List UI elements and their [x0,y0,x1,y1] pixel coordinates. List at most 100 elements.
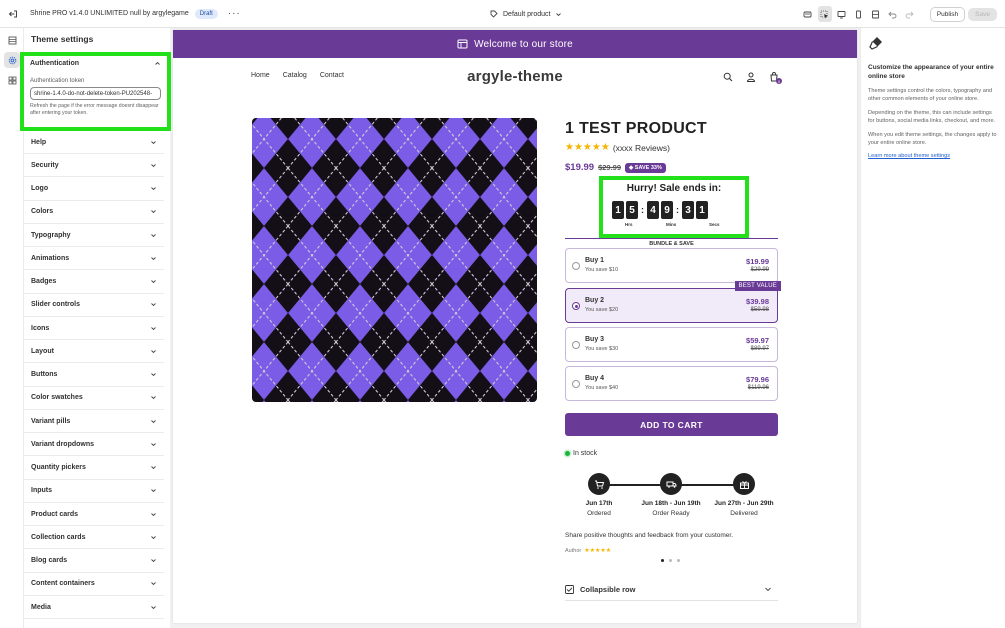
settings-item-content-containers[interactable]: Content containers [24,573,164,596]
radio-button[interactable] [572,302,580,310]
settings-item-buttons[interactable]: Buttons [24,364,164,387]
product-image[interactable] [252,118,537,402]
search-icon[interactable] [723,72,733,82]
settings-item-badges[interactable]: Badges [24,271,164,294]
chevron-down-icon [149,347,157,355]
theme-settings-gear-icon[interactable] [4,52,20,68]
settings-item-security[interactable]: Security [24,154,164,178]
bundle-price: $59.97 [746,336,769,345]
settings-item-label: Slider controls [31,301,81,309]
radio-button[interactable] [572,341,580,349]
cart-icon[interactable]: 0 [769,72,782,84]
token-label: Authentication token [30,78,85,84]
store-icon [457,39,468,49]
settings-item-variant-dropdowns[interactable]: Variant dropdowns [24,433,164,457]
bundle-option-3[interactable]: Buy 3 You save $30 $59.97 $89.97 [565,327,778,362]
settings-item-typography[interactable]: Typography [24,224,164,247]
best-value-badge: BEST VALUE [734,281,781,291]
more-actions-icon[interactable]: ··· [228,8,241,18]
settings-item-color-swatches[interactable]: Color swatches [24,387,164,410]
collapsible-row[interactable]: Collapsible row [565,578,778,601]
publish-button[interactable]: Publish [929,6,966,22]
timer-title: Hurry! Sale ends in: [626,183,722,194]
bundle-name: Buy 2 [585,297,605,304]
chevron-down-icon [149,231,157,239]
bundle-option-2[interactable]: Buy 2 You save $20 $39.98 $59.98 BEST VALUE [565,281,781,323]
apps-icon[interactable] [4,72,20,88]
account-icon[interactable] [746,72,756,82]
info-paragraph: When you edit theme settings, the change… [868,132,997,146]
tag-icon [490,10,498,18]
bundle-name: Buy 4 [585,375,605,382]
slider-dot[interactable] [677,559,680,562]
settings-item-label: Variant dropdowns [31,440,95,448]
chevron-down-icon [765,587,771,592]
chevron-down-icon [149,254,157,262]
settings-item-label: Inputs [31,487,52,495]
timeline-step-delivered: Jun 27th - Jun 29th Delivered [704,473,784,517]
slider-dot[interactable] [669,559,672,562]
template-selector[interactable]: Default product [490,0,562,28]
settings-item-blog-cards[interactable]: Blog cards [24,550,164,573]
settings-item-product-cards[interactable]: Product cards [24,503,164,526]
settings-item-label: Help [31,138,47,146]
chevron-down-icon [149,603,157,611]
redo-icon[interactable] [903,6,917,22]
settings-item-label: Color swatches [31,394,83,402]
panel-title: Theme settings [31,34,94,44]
timer-label-secs: Secs [709,222,720,227]
authentication-token-input[interactable]: shrine-1.4.0-do-not-delete-token-PU20254… [30,87,161,100]
sections-icon[interactable] [4,32,20,48]
announcement-text: Welcome to our store [474,38,573,50]
exit-icon[interactable] [0,0,26,28]
chevron-down-icon [149,487,157,495]
bundle-option-4[interactable]: Buy 4 You save $40 $79.96 $119.96 [565,366,778,401]
radio-button[interactable] [572,380,580,388]
add-to-cart-button[interactable]: ADD TO CART [565,413,778,436]
timer-digit: 5 [626,201,638,219]
product-rating[interactable]: ★★★★★ (xxxx Reviews) [565,142,670,153]
settings-item-animations[interactable]: Animations [24,247,164,271]
settings-item-logo[interactable]: Logo [24,178,164,201]
select-cursor-icon[interactable] [817,6,832,22]
settings-item-icons[interactable]: Icons [24,317,164,340]
settings-item-label: Layout [31,347,54,355]
timer-colon: : [641,205,644,215]
slider-dot[interactable] [661,559,664,562]
inspector-icon[interactable] [801,6,815,22]
desktop-preview-icon[interactable] [835,6,849,22]
timeline-step-ordered: Jun 17th Ordered [559,473,639,517]
timer-colon: : [676,205,679,215]
undo-icon[interactable] [886,6,900,22]
bundle-price: $39.98 [746,297,769,306]
mobile-preview-icon[interactable] [852,6,866,22]
settings-item-label: Collection cards [31,533,86,541]
price-row: $19.99 $29.99 ◆ SAVE 33% [565,162,666,173]
radio-button[interactable] [572,262,580,270]
settings-item-variant-pills[interactable]: Variant pills [24,410,164,433]
settings-item-label: Product cards [31,510,79,518]
cart-count-badge: 0 [776,78,782,84]
learn-more-link[interactable]: Learn more about theme settings [868,153,998,159]
bundle-compare-price: $29.99 [750,267,769,273]
author-stars-icon: ★★★★★ [584,548,612,554]
settings-item-slider-controls[interactable]: Slider controls [24,294,164,317]
chevron-down-icon [149,208,157,216]
bundle-price: $19.99 [746,257,769,266]
compare-price: $29.99 [598,163,622,172]
settings-item-collection-cards[interactable]: Collection cards [24,526,164,550]
bundle-option-1[interactable]: Buy 1 You save $10 $19.99 $29.99 [565,248,778,283]
settings-item-label: Security [31,161,59,169]
settings-item-help[interactable]: Help [24,131,164,154]
settings-item-colors[interactable]: Colors [24,201,164,224]
checkbox-icon [565,584,574,594]
settings-item-inputs[interactable]: Inputs [24,480,164,503]
save-button[interactable]: Save [968,7,997,21]
settings-item-layout[interactable]: Layout [24,340,164,364]
settings-item-quantity-pickers[interactable]: Quantity pickers [24,457,164,480]
review-count: (xxxx Reviews) [612,142,670,153]
fullscreen-preview-icon[interactable] [869,6,883,22]
settings-item-media[interactable]: Media [24,596,164,619]
bundle-compare-price: $59.98 [750,307,769,313]
authentication-header[interactable]: Authentication [24,56,167,67]
